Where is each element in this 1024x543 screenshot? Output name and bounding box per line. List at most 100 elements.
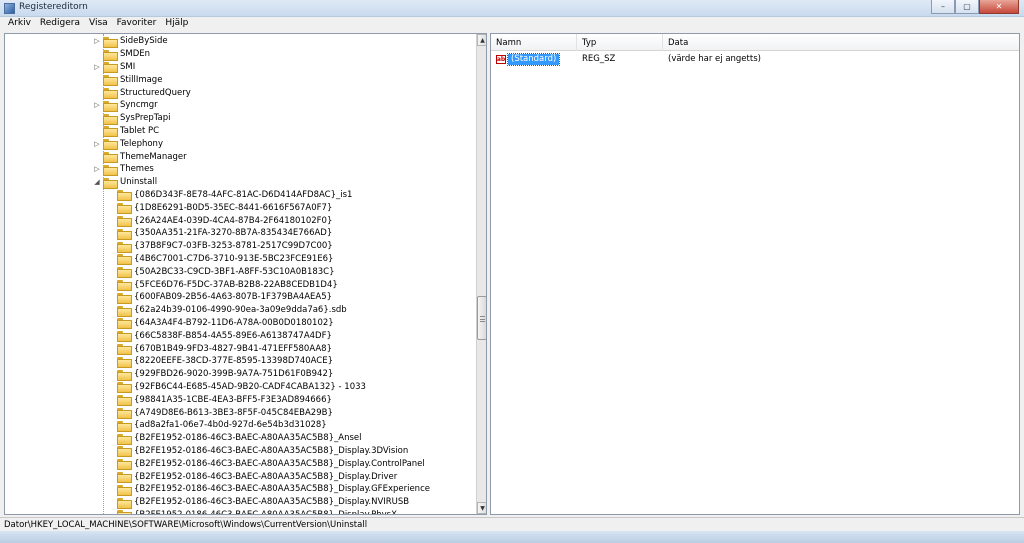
scroll-down-arrow-icon[interactable]: ▼ bbox=[477, 502, 486, 514]
tree-item-parent-4[interactable]: StructuredQuery bbox=[93, 86, 191, 100]
tree-item-child-12[interactable]: {670B1B49-9FD3-4827-9B41-471EFF580AA8} bbox=[107, 342, 333, 356]
tree-item-child-5[interactable]: {4B6C7001-C7D6-3710-913E-5BC23FCE91E6} bbox=[107, 253, 333, 266]
tree-item-label: {4B6C7001-C7D6-3710-913E-5BC23FCE91E6} bbox=[134, 253, 334, 264]
tree-vertical-scrollbar[interactable]: ▲ ▼ bbox=[476, 34, 486, 514]
list-header: Namn Typ Data bbox=[491, 34, 1019, 51]
menu-favoriter[interactable]: Favoriter bbox=[113, 17, 162, 31]
tree-item-child-24[interactable]: {B2FE1952-0186-46C3-BAEC-A80AA35AC5B8}_D… bbox=[107, 496, 409, 509]
tree-item-label: Syncmgr bbox=[120, 100, 158, 111]
tree-item-label: SysPrepTapi bbox=[120, 113, 171, 124]
tree-item-parent-6[interactable]: SysPrepTapi bbox=[93, 112, 171, 125]
folder-icon bbox=[117, 267, 132, 279]
folder-icon bbox=[103, 62, 118, 74]
tree-item-child-3[interactable]: {350AA351-21FA-3270-8B7A-835434E766AD} bbox=[107, 227, 332, 240]
tree-item-label: {37B8F9C7-03FB-3253-8781-2517C99D7C00} bbox=[134, 241, 333, 252]
tree-item-label: Themes bbox=[120, 164, 154, 175]
tree-item-child-16[interactable]: {98841A35-1CBE-4EA3-BFF5-F3E3AD894666} bbox=[107, 393, 332, 407]
folder-icon bbox=[117, 216, 132, 228]
minimize-button[interactable]: – bbox=[931, 0, 955, 14]
expand-arrow-icon[interactable]: ▷ bbox=[93, 140, 101, 148]
tree-item-label: SideBySide bbox=[120, 36, 168, 47]
folder-icon bbox=[117, 331, 132, 343]
tree-item-label: {670B1B49-9FD3-4827-9B41-471EFF580AA8} bbox=[134, 343, 333, 354]
folder-icon bbox=[103, 36, 118, 48]
value-name-cell[interactable]: ab (Standard) bbox=[496, 52, 561, 66]
tree-item-child-8[interactable]: {600FAB09-2B56-4A63-807B-1F379BA4AEA5} bbox=[107, 291, 332, 304]
folder-icon bbox=[117, 395, 132, 407]
tree-item-label: Tablet PC bbox=[120, 125, 160, 136]
tree-item-child-11[interactable]: {66C5838F-B854-4A55-89E6-A6138747A4DF} bbox=[107, 329, 332, 343]
tree-item-child-18[interactable]: {ad8a2fa1-06e7-4b0d-927d-6e54b3d31028} bbox=[107, 419, 327, 432]
expand-arrow-icon[interactable]: ◢ bbox=[93, 178, 101, 186]
tree-item-child-13[interactable]: {8220EEFE-38CD-377E-8595-13398D740ACE} bbox=[107, 355, 333, 368]
folder-icon bbox=[117, 433, 132, 445]
folder-icon bbox=[117, 292, 132, 304]
folder-icon bbox=[103, 152, 118, 164]
tree-item-parent-2[interactable]: ▷ SMI bbox=[93, 61, 135, 74]
folder-icon bbox=[103, 75, 118, 87]
folder-icon bbox=[117, 241, 132, 253]
regedit-app-icon bbox=[4, 3, 15, 14]
tree-item-child-6[interactable]: {50A2BC33-C9CD-3BF1-A8FF-53C10A0B183C} bbox=[107, 265, 335, 279]
column-header-typ[interactable]: Typ bbox=[577, 34, 663, 51]
tree-item-label: {98841A35-1CBE-4EA3-BFF5-F3E3AD894666} bbox=[134, 394, 332, 405]
tree-item-parent-10[interactable]: ▷ Themes bbox=[93, 163, 154, 176]
taskbar-strip bbox=[0, 531, 1024, 543]
expand-arrow-icon[interactable]: ▷ bbox=[93, 63, 101, 71]
column-header-data[interactable]: Data bbox=[663, 34, 1019, 51]
expand-arrow-icon[interactable]: ▷ bbox=[93, 37, 101, 45]
tree-item-label: {929FBD26-9020-399B-9A7A-751D61F0B942} bbox=[134, 369, 334, 380]
tree-item-child-25[interactable]: {B2FE1952-0186-46C3-BAEC-A80AA35AC5B8}_D… bbox=[107, 509, 397, 514]
tree-item-child-22[interactable]: {B2FE1952-0186-46C3-BAEC-A80AA35AC5B8}_D… bbox=[107, 470, 398, 484]
tree-item-parent-1[interactable]: SMDEn bbox=[93, 48, 150, 61]
value-name[interactable]: (Standard) bbox=[506, 52, 561, 66]
tree-item-child-19[interactable]: {B2FE1952-0186-46C3-BAEC-A80AA35AC5B8}_A… bbox=[107, 432, 362, 445]
tree-item-parent-8[interactable]: ▷ Telephony bbox=[93, 137, 163, 151]
tree-item-child-23[interactable]: {B2FE1952-0186-46C3-BAEC-A80AA35AC5B8}_D… bbox=[107, 483, 430, 496]
list-row[interactable]: ab (Standard) REG_SZ (värde har ej anget… bbox=[491, 52, 1019, 66]
close-button[interactable]: ✕ bbox=[979, 0, 1019, 14]
registry-values-pane[interactable]: Namn Typ Data ab (Standard) REG_SZ (värd… bbox=[490, 33, 1020, 515]
expand-arrow-icon[interactable]: ▷ bbox=[93, 101, 101, 109]
tree-item-child-0[interactable]: {086D343F-8E78-4AFC-81AC-D6D414AFD8AC}_i… bbox=[107, 189, 352, 202]
tree-item-label: {62a24b39-0106-4990-90ea-3a09e9dda7a6}.s… bbox=[134, 305, 347, 316]
tree-item-label: {64A3A4F4-B792-11D6-A78A-00B0D0180102} bbox=[134, 317, 334, 328]
tree-item-parent-0[interactable]: ▷ SideBySide bbox=[93, 35, 168, 48]
value-data: (värde har ej angetts) bbox=[668, 54, 761, 64]
tree-item-child-4[interactable]: {37B8F9C7-03FB-3253-8781-2517C99D7C00} bbox=[107, 240, 333, 253]
folder-icon bbox=[117, 484, 132, 496]
menu-arkiv[interactable]: Arkiv bbox=[4, 17, 36, 31]
tree-item-child-1[interactable]: {1D8E6291-B0D5-35EC-8441-6616F567A0F7} bbox=[107, 201, 332, 215]
tree-item-label: {5FCE6D76-F5DC-37AB-B2B8-22AB8CEDB1D4} bbox=[134, 279, 338, 290]
tree-item-child-14[interactable]: {929FBD26-9020-399B-9A7A-751D61F0B942} bbox=[107, 368, 333, 381]
tree-item-parent-7[interactable]: Tablet PC bbox=[93, 125, 159, 138]
tree-item-child-20[interactable]: {B2FE1952-0186-46C3-BAEC-A80AA35AC5B8}_D… bbox=[107, 445, 408, 458]
tree-item-label: {26A24AE4-039D-4CA4-87B4-2F64180102F0} bbox=[134, 215, 333, 226]
tree-item-child-15[interactable]: {92FB6C44-E685-45AD-9B20-CADF4CABA132} -… bbox=[107, 381, 366, 394]
tree-item-child-21[interactable]: {B2FE1952-0186-46C3-BAEC-A80AA35AC5B8}_D… bbox=[107, 457, 425, 471]
tree-item-parent-11[interactable]: ◢ Uninstall bbox=[93, 176, 157, 189]
menu-redigera[interactable]: Redigera bbox=[36, 17, 85, 31]
folder-icon bbox=[117, 203, 132, 215]
tree-item-child-7[interactable]: {5FCE6D76-F5DC-37AB-B2B8-22AB8CEDB1D4} bbox=[107, 278, 338, 292]
tree-item-parent-3[interactable]: StillImage bbox=[93, 73, 162, 87]
tree-item-child-2[interactable]: {26A24AE4-039D-4CA4-87B4-2F64180102F0} bbox=[107, 214, 333, 228]
tree-item-child-9[interactable]: {62a24b39-0106-4990-90ea-3a09e9dda7a6}.s… bbox=[107, 304, 347, 317]
tree-item-parent-9[interactable]: ThemeManager bbox=[93, 150, 187, 164]
tree-item-parent-5[interactable]: ▷ Syncmgr bbox=[93, 99, 158, 112]
scroll-thumb[interactable] bbox=[477, 296, 486, 340]
registry-tree-pane[interactable]: ▷ SideBySide SMDEn ▷ SMI StillImage Structured… bbox=[4, 33, 487, 515]
tree-item-label: {B2FE1952-0186-46C3-BAEC-A80AA35AC5B8}_D… bbox=[134, 471, 398, 482]
tree-item-child-10[interactable]: {64A3A4F4-B792-11D6-A78A-00B0D0180102} bbox=[107, 317, 334, 330]
expand-arrow-icon[interactable]: ▷ bbox=[93, 165, 101, 173]
tree-item-label: {B2FE1952-0186-46C3-BAEC-A80AA35AC5B8}_D… bbox=[134, 445, 409, 456]
folder-icon bbox=[117, 459, 132, 471]
menu-visa[interactable]: Visa bbox=[85, 17, 113, 31]
tree-item-label: {8220EEFE-38CD-377E-8595-13398D740ACE} bbox=[134, 356, 334, 367]
column-header-namn[interactable]: Namn bbox=[491, 34, 577, 51]
scroll-up-arrow-icon[interactable]: ▲ bbox=[477, 34, 486, 46]
tree-item-child-17[interactable]: {A749D8E6-B613-3BE3-8F5F-045C84EBA29B} bbox=[107, 406, 333, 420]
menu-hjalp[interactable]: Hjälp bbox=[161, 17, 193, 31]
tree-item-label: {50A2BC33-C9CD-3BF1-A8FF-53C10A0B183C} bbox=[134, 266, 335, 277]
maximize-button[interactable]: ▢ bbox=[955, 0, 979, 14]
